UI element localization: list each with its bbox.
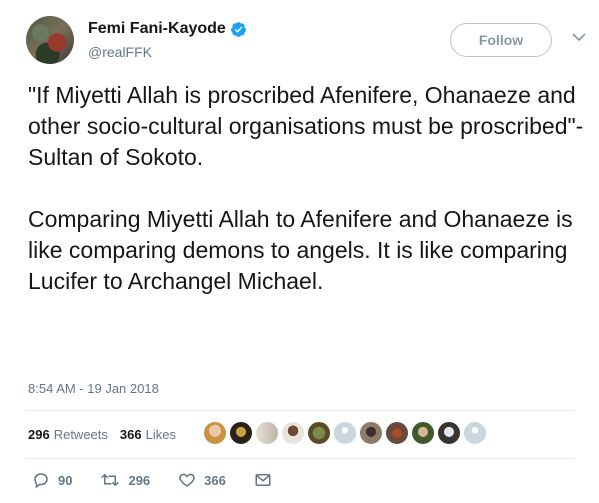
chevron-down-icon[interactable]: [572, 32, 586, 42]
divider-top: [26, 410, 574, 411]
tweet-header: Femi Fani-Kayode @realFFK Follow: [26, 16, 586, 66]
user-handle[interactable]: @realFFK: [88, 44, 152, 60]
like-count: 366: [204, 472, 226, 488]
reply-button[interactable]: 90: [32, 471, 72, 489]
retweet-button[interactable]: 296: [100, 471, 150, 489]
liker-avatars: [203, 421, 489, 445]
liker-avatar[interactable]: [333, 421, 357, 445]
liker-avatar[interactable]: [229, 421, 253, 445]
reply-count: 90: [58, 472, 73, 488]
verified-badge-icon: [230, 21, 246, 37]
retweet-icon: [101, 473, 120, 487]
tweet-actions: 90 296 366: [32, 471, 308, 489]
avatar[interactable]: [26, 16, 74, 64]
retweets-stat[interactable]: 296 Retweets: [28, 427, 108, 442]
likes-stat[interactable]: 366 Likes: [120, 427, 176, 442]
tweet-text: "If Miyetti Allah is proscribed Afenifer…: [28, 82, 584, 294]
likes-stat-count: 366: [119, 427, 142, 442]
like-button[interactable]: 366: [178, 471, 226, 489]
tweet-stats: 296 Retweets 366 Likes: [28, 427, 188, 442]
name-row: Femi Fani-Kayode: [88, 20, 247, 38]
reply-icon: [34, 473, 48, 489]
direct-message-button[interactable]: [254, 471, 280, 489]
liker-avatar[interactable]: [255, 421, 279, 445]
liker-avatar[interactable]: [385, 421, 409, 445]
liker-avatar[interactable]: [411, 421, 435, 445]
retweets-stat-count: 296: [28, 427, 50, 442]
liker-avatar[interactable]: [437, 421, 461, 445]
tweet-timestamp[interactable]: 8:54 AM - 19 Jan 2018: [28, 381, 159, 396]
retweets-stat-label: Retweets: [53, 427, 108, 442]
liker-avatar[interactable]: [359, 421, 383, 445]
liker-avatar[interactable]: [307, 421, 331, 445]
liker-avatar[interactable]: [281, 421, 305, 445]
divider-bottom: [26, 458, 574, 459]
likes-stat-label: Likes: [145, 427, 176, 442]
liker-avatar[interactable]: [203, 421, 227, 445]
heart-icon: [179, 473, 195, 487]
follow-button[interactable]: Follow: [450, 23, 552, 57]
display-name[interactable]: Femi Fani-Kayode: [88, 20, 226, 38]
retweet-count: 296: [128, 472, 151, 488]
envelope-icon: [255, 474, 271, 486]
liker-avatar[interactable]: [463, 421, 487, 445]
